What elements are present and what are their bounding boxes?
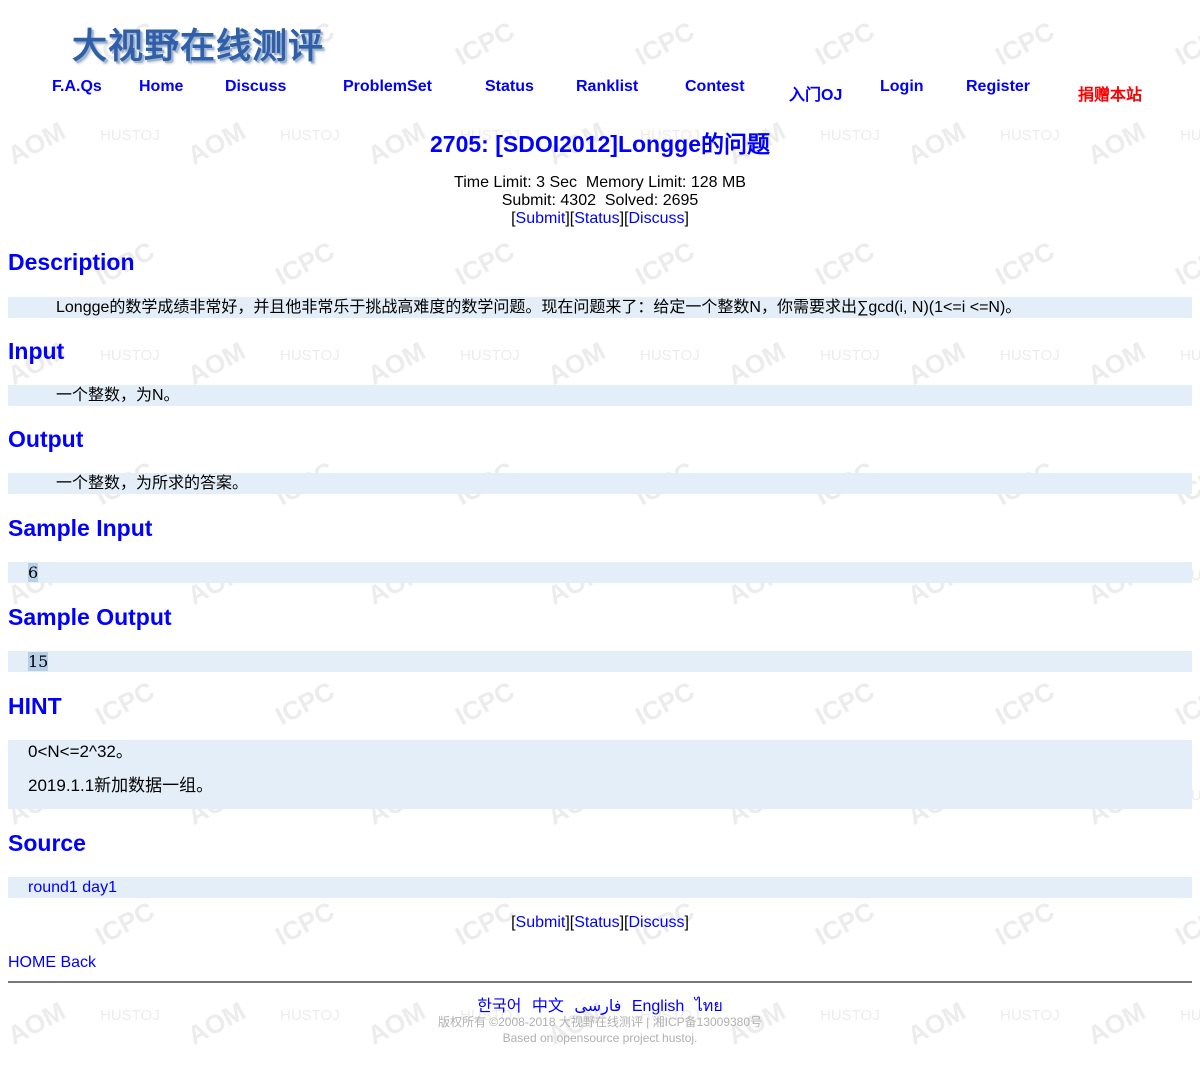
footer-divider: [8, 981, 1192, 983]
sample-output-heading: Sample Output: [8, 604, 172, 630]
menu-contest[interactable]: Contest: [685, 78, 745, 96]
limits-line: Time Limit: 3 Sec Memory Limit: 128 MB: [0, 174, 1200, 192]
sample-input-text: 6: [28, 563, 39, 582]
lang-farsi[interactable]: فارسی: [574, 998, 621, 1015]
description-content: Longge的数学成绩非常好，并且他非常乐于挑战高难度的数学问题。现在问题来了：…: [8, 297, 1192, 318]
discuss-link-bottom[interactable]: Discuss: [628, 914, 684, 931]
sample-input-heading: Sample Input: [8, 515, 153, 541]
menu-login[interactable]: Login: [880, 78, 924, 96]
time-limit-label: Time Limit:: [454, 174, 532, 191]
solved-count: 2695: [662, 192, 699, 209]
memory-limit-value: 128 MB: [690, 174, 746, 191]
based-on-text: Based on opensource project hustoj.: [502, 1031, 698, 1045]
problem-title: 2705: [SDOI2012]Longge的问题: [430, 131, 770, 157]
menu-register[interactable]: Register: [966, 78, 1030, 96]
problem-links-bottom: [Submit][Status][Discuss]: [511, 914, 689, 931]
status-link[interactable]: Status: [574, 210, 619, 227]
sample-output-box: 15: [8, 651, 1192, 672]
lang-chinese[interactable]: 中文: [532, 998, 564, 1015]
source-content: round1 day1: [8, 877, 1192, 898]
output-content: 一个整数，为所求的答案。: [8, 473, 1192, 494]
lang-thai[interactable]: ไทย: [695, 998, 723, 1015]
hint-line-2: 2019.1.1新加数据一组。: [28, 776, 214, 795]
sample-output-text: 15: [28, 652, 49, 671]
copyright-text: 版权所有 ©2008-2018 大视野在线测评 | 湘ICP备13009380号: [437, 1015, 763, 1029]
menu-ranklist[interactable]: Ranklist: [576, 78, 638, 96]
menu-discuss[interactable]: Discuss: [225, 78, 286, 96]
site-logo[interactable]: 大视野在线测评: [72, 18, 324, 69]
submit-link-bottom[interactable]: Submit: [516, 914, 566, 931]
input-heading: Input: [8, 338, 65, 364]
submit-link[interactable]: Submit: [516, 210, 566, 227]
lang-korean[interactable]: 한국어: [477, 998, 521, 1015]
submit-count: 4302: [560, 192, 596, 209]
sample-input-box: 6: [8, 562, 1192, 583]
menu-problemset[interactable]: ProblemSet: [343, 78, 432, 96]
copyright-block: 版权所有 ©2008-2018 大视野在线测评 | 湘ICP备13009380号…: [0, 1014, 1200, 1046]
lang-english[interactable]: English: [632, 998, 684, 1015]
time-limit-value: 3 Sec: [536, 174, 578, 191]
discuss-link[interactable]: Discuss: [628, 210, 684, 227]
hint-heading: HINT: [8, 693, 62, 719]
menu-status[interactable]: Status: [485, 78, 534, 96]
problem-info: Time Limit: 3 Sec Memory Limit: 128 MB S…: [0, 174, 1200, 228]
source-link[interactable]: round1 day1: [28, 879, 117, 896]
input-content: 一个整数，为N。: [8, 385, 1192, 406]
hint-line-1: 0<N<=2^32。: [28, 742, 133, 761]
back-link[interactable]: Back: [60, 954, 96, 971]
memory-limit-label: Memory Limit:: [585, 174, 687, 191]
hint-content: 0<N<=2^32。 2019.1.1新加数据一组。: [8, 740, 1192, 809]
submit-count-label: Submit:: [501, 192, 556, 209]
home-back-links: HOME Back: [8, 954, 96, 972]
stats-line: Submit: 4302 Solved: 2695: [0, 192, 1200, 210]
description-heading: Description: [8, 249, 135, 275]
menu-faqs[interactable]: F.A.Qs: [52, 78, 102, 96]
status-link-bottom[interactable]: Status: [574, 914, 619, 931]
top-menu: F.A.Qs Home Discuss ProblemSet Status Ra…: [0, 78, 1200, 108]
menu-donate[interactable]: 捐赠本站: [1078, 81, 1142, 105]
problem-links-top: [Submit][Status][Discuss]: [511, 210, 689, 227]
output-heading: Output: [8, 426, 84, 452]
menu-home[interactable]: Home: [139, 78, 183, 96]
menu-intro-oj[interactable]: 入门OJ: [789, 81, 842, 105]
source-heading: Source: [8, 830, 86, 856]
home-link[interactable]: HOME: [8, 954, 56, 971]
solved-count-label: Solved:: [604, 192, 659, 209]
